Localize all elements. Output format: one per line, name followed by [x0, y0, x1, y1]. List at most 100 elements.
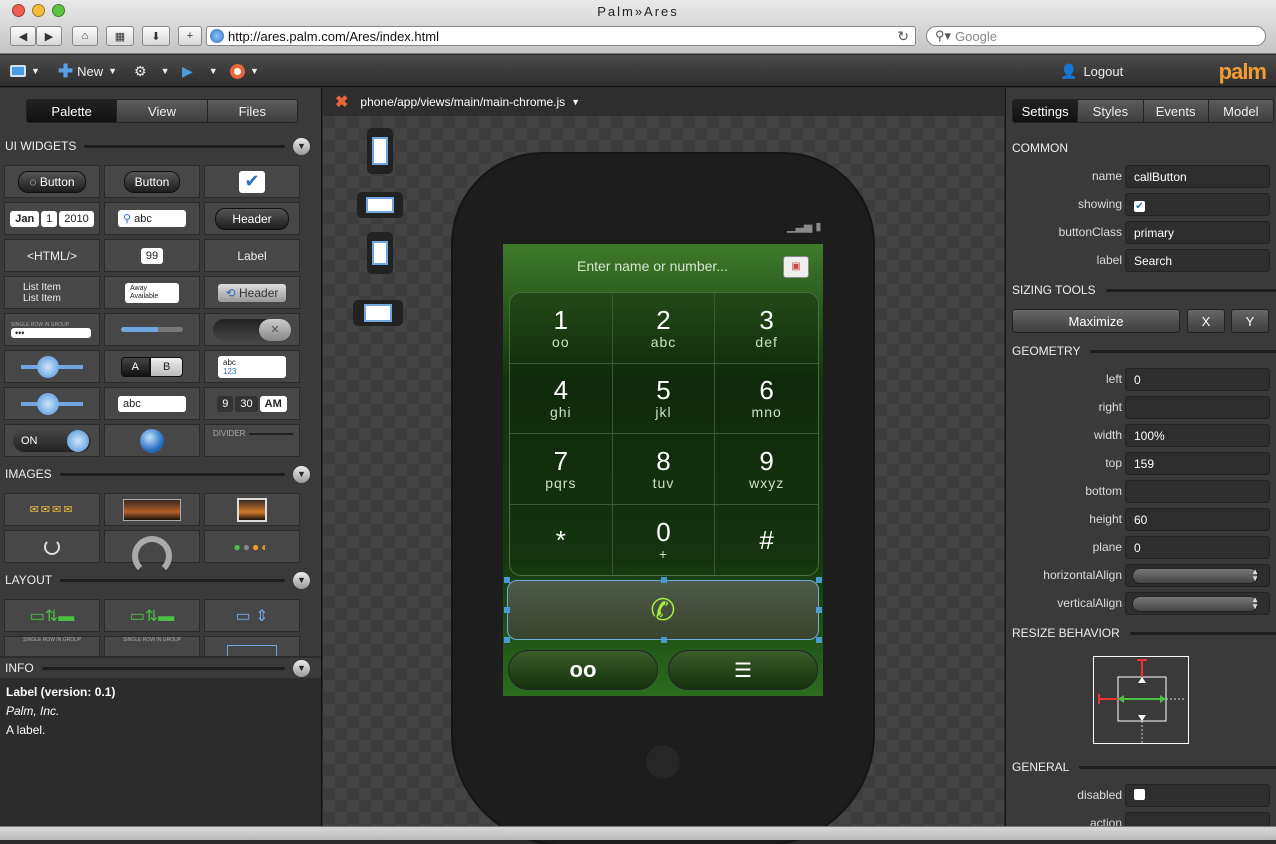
resize-handle[interactable] — [816, 607, 822, 613]
run-menu-button[interactable]: ▶ ▼ — [182, 62, 218, 80]
divider-widget[interactable]: DIVIDER — [204, 424, 300, 457]
name-field[interactable]: callButton — [1125, 165, 1270, 188]
tools-menu-button[interactable]: ⚙ ▼ — [134, 62, 169, 80]
resize-handle[interactable] — [816, 637, 822, 643]
tab-files[interactable]: Files — [207, 100, 297, 122]
search-field-widget[interactable]: ⚲ abc — [104, 202, 200, 235]
disabled-checkbox[interactable] — [1134, 789, 1145, 800]
resize-handle[interactable] — [504, 637, 510, 643]
dial-key[interactable]: 0 + — [613, 504, 716, 575]
dial-key[interactable]: 8 tuv — [612, 434, 716, 505]
halign-select[interactable] — [1132, 568, 1258, 584]
forward-button[interactable]: ▶ — [36, 26, 62, 46]
dial-key[interactable]: 5 jkl — [612, 363, 716, 434]
reload-icon[interactable]: ↻ — [897, 28, 909, 45]
minimize-window-button[interactable] — [32, 4, 45, 17]
icons-image-widget[interactable]: ✉✉✉✉ — [4, 493, 100, 526]
section-info[interactable]: INFO ▼ — [0, 658, 321, 678]
browser-search-field[interactable]: ⚲▾ Google — [926, 26, 1266, 46]
hflex-layout-widget[interactable]: ▭⇅▬ — [4, 599, 100, 632]
resize-handle[interactable] — [816, 577, 822, 583]
button-widget[interactable]: Button — [104, 165, 200, 198]
top-field[interactable]: 159 — [1125, 452, 1270, 475]
call-log-button[interactable]: ☰ — [668, 650, 818, 690]
radio-button-widget[interactable]: AB — [104, 350, 200, 383]
list-selector-widget[interactable]: Away Available — [104, 276, 200, 309]
tab-view[interactable]: View — [117, 100, 208, 122]
contacts-icon[interactable]: ▣ — [783, 256, 809, 278]
landscape-orientation-button[interactable] — [357, 192, 403, 218]
close-file-icon[interactable]: ✖ — [335, 92, 348, 112]
dial-key[interactable]: 6 mno — [715, 364, 818, 434]
label-widget[interactable]: Label — [204, 239, 300, 272]
image-view-widget[interactable] — [104, 493, 200, 526]
checkbox-widget[interactable]: ✔ — [204, 165, 300, 198]
fit-layout-widget[interactable]: ▭ ⇕ — [204, 599, 300, 632]
rich-text-widget[interactable]: abc 123 — [204, 350, 300, 383]
y-button[interactable]: Y — [1231, 309, 1269, 333]
label-field[interactable]: Search — [1125, 249, 1270, 272]
display-menu-button[interactable]: ▼ — [10, 62, 40, 80]
design-canvas[interactable]: ▁▃▅ ▮ Enter name or number... ▣ 1 oo 2 abc 3… — [323, 116, 1004, 844]
dial-key[interactable]: 2 abc — [612, 293, 716, 364]
resize-behavior-diagram[interactable] — [1093, 656, 1189, 744]
showing-checkbox[interactable]: ✔ — [1134, 201, 1145, 212]
landscape-wide-orientation-button[interactable] — [353, 300, 403, 326]
dial-key[interactable]: 4 ghi — [510, 363, 613, 434]
list-widget[interactable]: List Item List Item — [4, 276, 100, 309]
gauge-widget[interactable] — [104, 530, 200, 576]
add-bookmark-button[interactable]: + — [178, 26, 202, 46]
maximize-button[interactable]: Maximize — [1012, 309, 1180, 333]
collapse-arrow-icon[interactable]: ▼ — [293, 571, 310, 589]
spinner-button-widget[interactable]: ◌ Button — [4, 165, 100, 198]
bottom-field[interactable] — [1125, 480, 1270, 503]
help-menu-button[interactable]: ▼ — [230, 62, 259, 80]
dialer-search-field[interactable]: Enter name or number... ▣ — [503, 244, 823, 288]
collapse-arrow-icon[interactable]: ▼ — [293, 137, 310, 155]
url-field[interactable]: http://ares.palm.com/Ares/index.html ↻ — [206, 26, 916, 46]
top-sites-button[interactable]: ▦ — [106, 26, 134, 46]
vflex-layout-widget[interactable]: ▭⇅▬ — [104, 599, 200, 632]
resize-handle[interactable] — [504, 607, 510, 613]
zoom-window-button[interactable] — [52, 4, 65, 17]
left-field[interactable]: 0 — [1125, 368, 1270, 391]
tab-settings[interactable]: Settings — [1013, 100, 1079, 122]
close-window-button[interactable] — [12, 4, 25, 17]
web-view-widget[interactable] — [104, 424, 200, 457]
buttonclass-field[interactable]: primary — [1125, 221, 1270, 244]
dropdown-arrow-icon[interactable]: ▼ — [571, 97, 580, 107]
collapse-arrow-icon[interactable]: ▼ — [293, 659, 310, 677]
back-button[interactable]: ◀ — [10, 26, 36, 46]
toggle-on-widget[interactable]: ON — [4, 424, 100, 457]
resize-handle[interactable] — [661, 637, 667, 643]
height-field[interactable]: 60 — [1125, 508, 1270, 531]
status-lights-widget[interactable]: ●●●◐ — [204, 530, 300, 563]
activity-indicator-widget[interactable] — [4, 530, 100, 563]
date-picker-widget[interactable]: Jan 1 2010 — [4, 202, 100, 235]
resize-handle[interactable] — [504, 577, 510, 583]
plane-field[interactable]: 0 — [1125, 536, 1270, 559]
call-button[interactable]: ✆ — [504, 577, 822, 643]
tab-events[interactable]: Events — [1143, 100, 1209, 122]
dial-key[interactable]: # — [715, 505, 818, 576]
home-button[interactable]: ⌂ — [72, 26, 98, 46]
file-path[interactable]: phone/app/views/main/main-chrome.js — [360, 95, 565, 109]
resize-handle[interactable] — [661, 577, 667, 583]
portrait-orientation-button[interactable] — [367, 128, 393, 174]
downloads-button[interactable]: ⬇ — [142, 26, 170, 46]
right-field[interactable] — [1125, 396, 1270, 419]
html-widget[interactable]: <HTML/> — [4, 239, 100, 272]
dial-key[interactable]: 7 pqrs — [510, 434, 613, 505]
slider-blue-widget[interactable] — [4, 387, 100, 420]
action-field[interactable] — [1125, 812, 1270, 826]
collapse-arrow-icon[interactable]: ▼ — [293, 465, 310, 483]
tab-palette[interactable]: Palette — [27, 100, 118, 122]
integer-picker-widget[interactable]: 99 — [104, 239, 200, 272]
dial-key[interactable]: 1 oo — [510, 293, 613, 364]
valign-select[interactable] — [1132, 596, 1258, 612]
section-layout[interactable]: LAYOUT ▼ — [0, 570, 321, 590]
text-field-widget[interactable]: abc — [104, 387, 200, 420]
time-picker-widget[interactable]: 9 30 AM — [204, 387, 300, 420]
width-field[interactable]: 100% — [1125, 424, 1270, 447]
tab-styles[interactable]: Styles — [1078, 100, 1144, 122]
